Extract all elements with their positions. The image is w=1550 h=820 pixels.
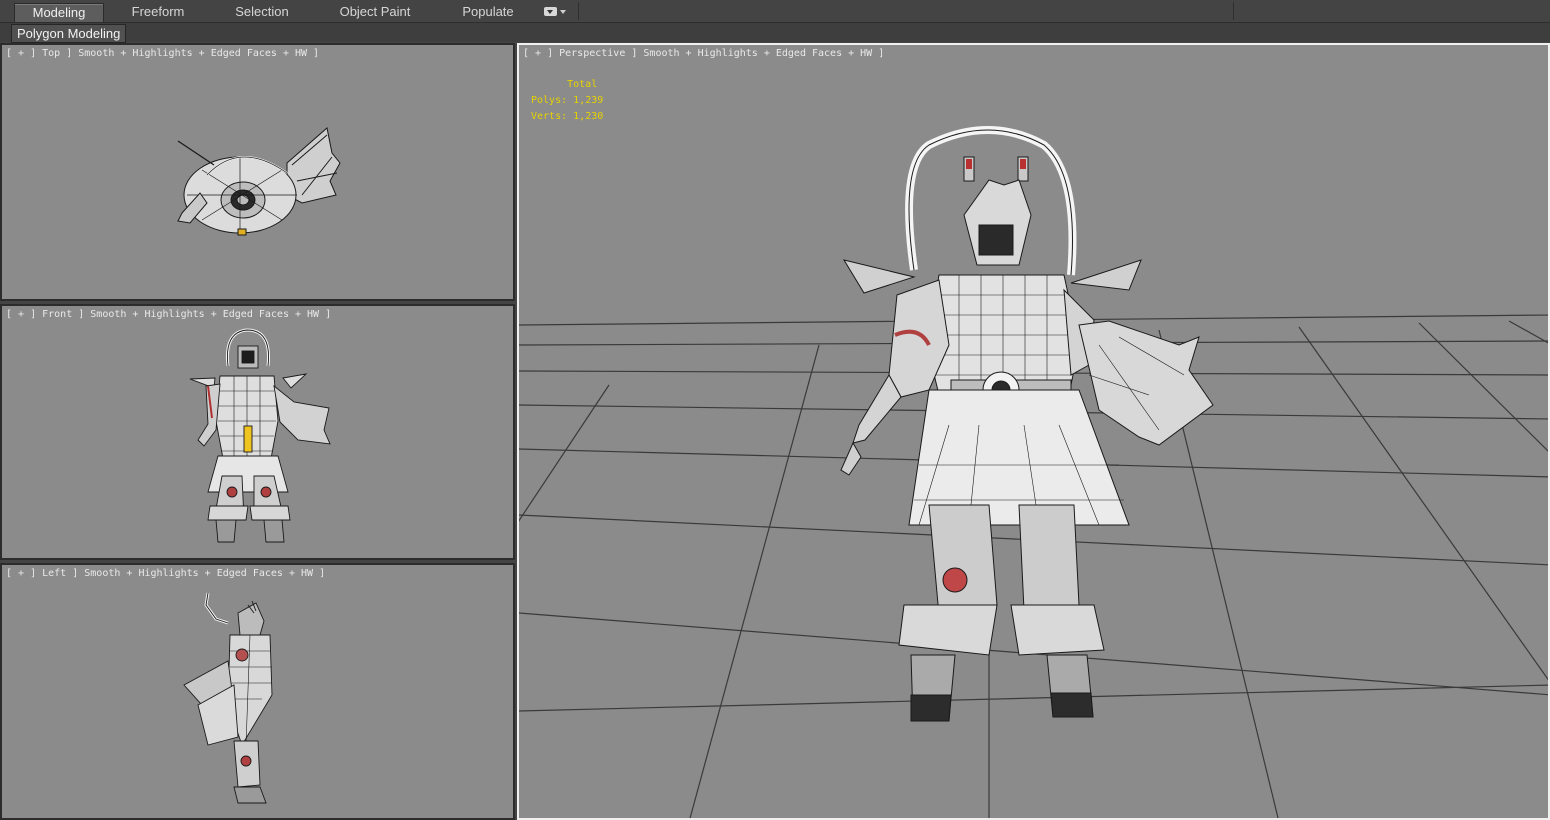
tab-modeling[interactable]: Modeling: [14, 3, 104, 22]
model-top-view: [177, 127, 341, 236]
viewport-left[interactable]: [ + ] Left ] Smooth + Highlights + Edged…: [0, 563, 515, 820]
ribbon-divider: [578, 2, 579, 20]
tab-selection[interactable]: Selection: [222, 3, 302, 21]
ribbon-options-icon: [544, 7, 557, 16]
chevron-down-icon: [560, 10, 566, 14]
ribbon-options-dropdown[interactable]: [544, 6, 566, 18]
ribbon-divider: [1233, 2, 1234, 20]
model-left-view: [183, 592, 273, 804]
model-front-view: [189, 328, 331, 543]
viewport-perspective[interactable]: [ + ] Perspective ] Smooth + Highlights …: [517, 43, 1550, 820]
viewport-top[interactable]: [ + ] Top ] Smooth + Highlights + Edged …: [0, 43, 515, 301]
perspective-scene: [519, 126, 1548, 818]
samurai-model: [840, 126, 1214, 722]
polygon-modeling-panel-button[interactable]: Polygon Modeling: [11, 24, 127, 43]
viewport-front[interactable]: [ + ] Front ] Smooth + Highlights + Edge…: [0, 304, 515, 560]
ribbon-panel-bar: Polygon Modeling: [0, 23, 1550, 43]
tab-freeform[interactable]: Freeform: [118, 3, 198, 21]
ribbon-tab-bar: Modeling Freeform Selection Object Paint…: [0, 0, 1550, 23]
tab-populate[interactable]: Populate: [450, 3, 526, 21]
tab-object-paint[interactable]: Object Paint: [330, 3, 420, 21]
